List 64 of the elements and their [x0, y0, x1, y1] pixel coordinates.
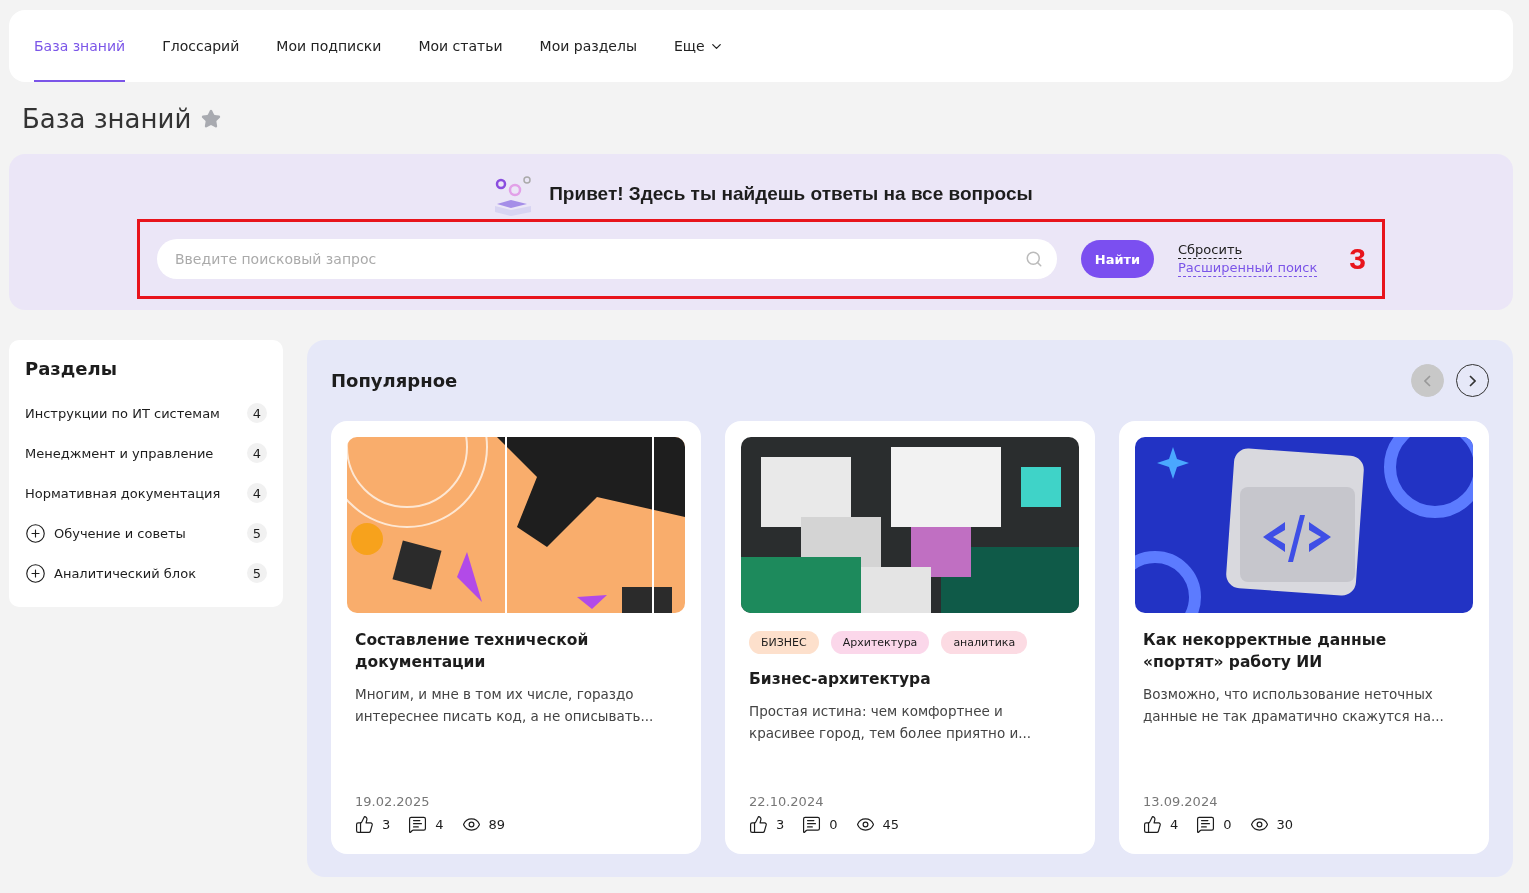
count-badge: 4 [247, 403, 267, 423]
section-link[interactable]: Аналитический блок [54, 565, 239, 581]
comments-count: 4 [435, 817, 444, 832]
tag[interactable]: аналитика [941, 631, 1028, 654]
section-link[interactable]: Менеджмент и управление [25, 445, 239, 461]
thumbs-up-icon[interactable] [749, 815, 768, 834]
expand-icon[interactable] [25, 562, 46, 584]
nav-tab[interactable]: Мои разделы [539, 10, 637, 82]
likes-count: 3 [382, 817, 391, 832]
nav-tab[interactable]: Еще [673, 10, 724, 82]
views-count: 30 [1276, 817, 1294, 832]
eye-icon [461, 815, 481, 834]
article-title: Как некорректные данные «портят» работу ИИ [1143, 630, 1388, 673]
article-excerpt: Многим, и мне в том их числе, гораздо интереснее писать код, а не описывать... [355, 685, 655, 726]
article-date: 13.09.2024 [1143, 794, 1219, 809]
article-excerpt: Возможно, что использование неточных данные не так драматично скажутся на... [1143, 685, 1445, 726]
article-date: 19.02.2025 [355, 794, 431, 809]
page-title: База знаний [22, 104, 192, 134]
likes-count: 4 [1170, 817, 1179, 832]
article-date: 22.10.2024 [749, 794, 825, 809]
nav-tab[interactable]: База знаний [34, 10, 126, 82]
article-title: Бизнес-архитектура [749, 669, 932, 690]
article-card[interactable]: БИЗНЕС Архитектура аналитика Бизнес-архитектура Простая истина: чем комфортнее и красивее город, тем более приятно и... 22.10.2024 3 0 45 [725, 421, 1095, 854]
star-icon[interactable] [201, 109, 222, 129]
thumbs-up-icon[interactable] [355, 815, 374, 834]
tag[interactable]: Архитектура [830, 631, 930, 654]
reset-link[interactable]: Сбросить [1178, 241, 1243, 259]
comments-count: 0 [829, 817, 838, 832]
search-icon [1025, 250, 1043, 268]
count-badge: 4 [247, 483, 267, 503]
greeting-text: Привет! Здесь ты найдешь ответы на все вопросы [549, 183, 1033, 205]
tag[interactable]: БИЗНЕС [749, 631, 819, 654]
find-button[interactable]: Найти [1081, 240, 1154, 278]
likes-count: 3 [776, 817, 785, 832]
section-link[interactable]: Нормативная документация [25, 485, 239, 501]
nav-tab[interactable]: Мои статьи [418, 10, 503, 82]
comment-icon [802, 815, 822, 834]
eye-icon [1249, 815, 1269, 834]
chevron-right-icon [1469, 374, 1476, 387]
eye-icon [855, 815, 875, 834]
views-count: 89 [488, 817, 506, 832]
advanced-search-link[interactable]: Расширенный поиск [1178, 259, 1318, 277]
count-badge: 4 [247, 443, 267, 463]
search-field[interactable]: Введите поисковый запрос [157, 239, 1057, 279]
expand-icon[interactable] [25, 522, 46, 544]
thumbs-up-icon[interactable] [1143, 815, 1162, 834]
count-badge: 5 [247, 563, 267, 583]
chevron-left-icon [1424, 374, 1431, 387]
count-badge: 5 [247, 523, 267, 543]
popular-title: Популярное [331, 370, 458, 391]
sections-title: Разделы [25, 358, 118, 379]
article-card[interactable]: Как некорректные данные «портят» работу ИИ Возможно, что использование неточных данные не так драматично скажутся на... 13.09.2024 4 0 30 [1119, 421, 1489, 854]
nav-tab[interactable]: Мои подписки [276, 10, 382, 82]
article-title: Составление технической документации [355, 630, 590, 673]
nav-tab[interactable]: Глоссарий [162, 10, 240, 82]
annotation-number: 3 [1349, 242, 1366, 276]
comments-count: 0 [1223, 817, 1232, 832]
article-card[interactable]: Составление технической документации Многим, и мне в том их числе, гораздо интереснее писать код, а не описывать... 19.02.2025 3 4 89 [331, 421, 701, 854]
comment-icon [408, 815, 428, 834]
section-link[interactable]: Обучение и советы [54, 525, 239, 541]
article-excerpt: Простая истина: чем комфортнее и красивее город, тем более приятно и... [749, 702, 1033, 743]
comment-icon [1196, 815, 1216, 834]
views-count: 45 [882, 817, 900, 832]
section-link[interactable]: Инструкции по ИТ системам [25, 405, 239, 421]
